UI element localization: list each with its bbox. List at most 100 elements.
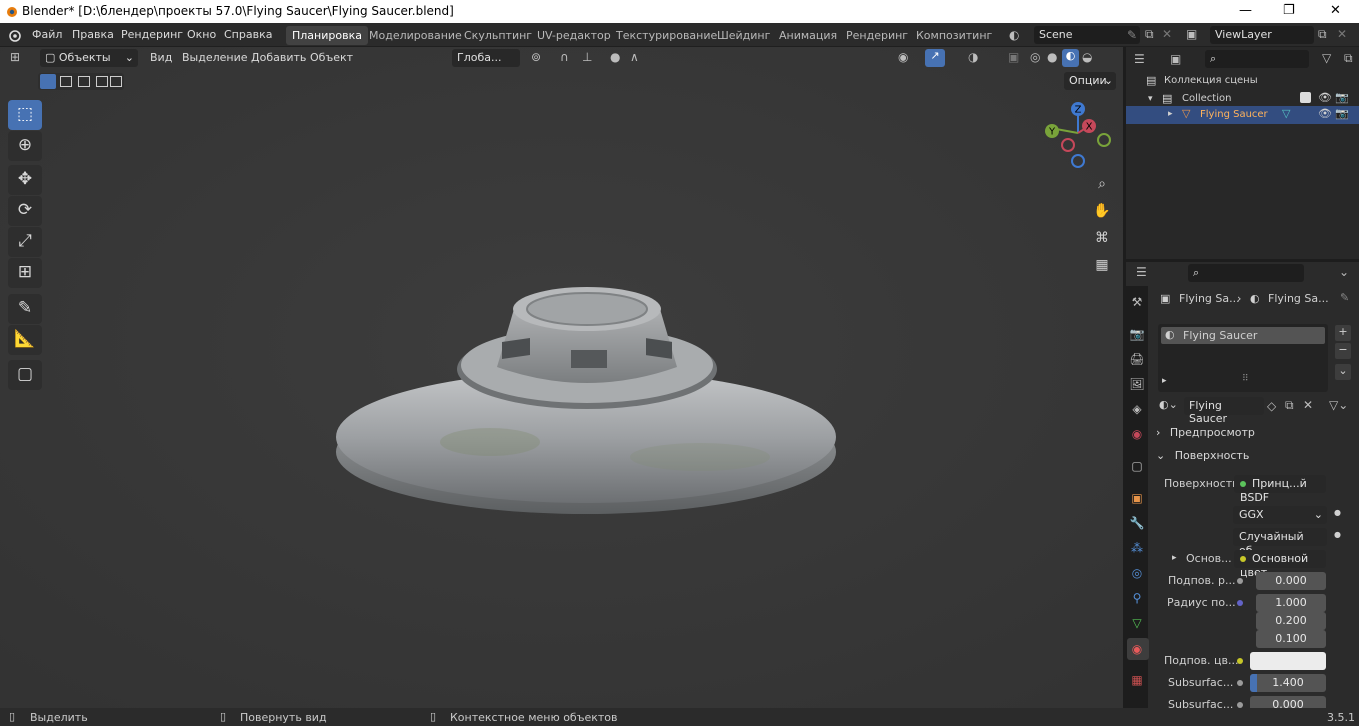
distribution-dropdown[interactable]: GGX ⌄ [1233, 506, 1327, 524]
camera-view-icon[interactable]: ⌘ [1091, 227, 1113, 249]
wireframe-shading-icon[interactable]: ◎ [1030, 50, 1040, 64]
xray-icon[interactable]: ▣ [1008, 50, 1019, 64]
maximize-button[interactable]: ❐ [1283, 3, 1295, 18]
slot-menu-icon[interactable]: ⌄ [1335, 364, 1351, 380]
select-new-icon[interactable] [40, 74, 56, 89]
constraints-tab-icon[interactable]: ⚲ [1129, 590, 1145, 606]
subsurface-color-swatch[interactable] [1250, 652, 1326, 670]
tool-tab-icon[interactable]: ⚒ [1129, 294, 1145, 310]
menu-object[interactable]: Объект [310, 51, 353, 64]
camera-icon[interactable]: 📷 [1335, 91, 1349, 104]
menu-add[interactable]: Добавить [251, 51, 306, 64]
pan-hand-icon[interactable]: ✋ [1091, 200, 1113, 222]
collection-tab-icon[interactable]: ▢ [1129, 458, 1145, 474]
menu-select[interactable]: Выделение [182, 51, 248, 64]
expand-arrow-icon[interactable]: ▸ [1168, 109, 1173, 119]
expand-arrow-icon[interactable]: ▸ [1162, 376, 1167, 386]
menu-render[interactable]: Рендеринг [121, 28, 183, 41]
transform-tool[interactable]: ⊞ [8, 258, 42, 288]
snap-icon[interactable]: ∩ [560, 50, 569, 64]
menu-window[interactable]: Окно [187, 28, 216, 41]
select-extend-icon[interactable] [60, 76, 72, 87]
chevron-down-icon[interactable]: ⌄ [1339, 265, 1349, 279]
mode-selector[interactable]: ▢ Объекты ⌄ [40, 49, 138, 67]
preview-section-header[interactable]: › Предпросмотр [1156, 426, 1356, 446]
visibility-icon[interactable]: ◉ [898, 50, 908, 64]
tab-modeling[interactable]: Моделирование [363, 26, 468, 45]
remove-slot-icon[interactable]: − [1335, 343, 1351, 359]
modifier-tab-icon[interactable]: 🔧 [1129, 515, 1145, 531]
outliner-row-flying-saucer[interactable]: ▸ ▽ Flying Saucer ▽ 👁 📷 [1126, 106, 1359, 124]
select-intersect-icon[interactable] [110, 76, 122, 87]
render-tab-icon[interactable]: 📷 [1129, 326, 1145, 342]
scene-tab-icon[interactable]: ◈ [1129, 401, 1145, 417]
fake-user-icon[interactable]: ◇ [1267, 399, 1276, 413]
add-slot-icon[interactable]: + [1335, 325, 1351, 341]
scale-tool[interactable]: ⤢ [8, 227, 42, 257]
move-tool[interactable]: ✥ [8, 165, 42, 195]
transform-orientation-dropdown[interactable]: Глоба... [452, 49, 520, 67]
texture-tab-icon[interactable]: ▦ [1129, 672, 1145, 688]
rotate-tool[interactable]: ⟳ [8, 196, 42, 226]
falloff-icon[interactable]: ∧ [630, 50, 639, 64]
minimize-button[interactable]: — [1239, 3, 1252, 18]
menu-edit[interactable]: Правка [72, 28, 114, 41]
browse-material-icon[interactable]: ◐⌄ [1159, 398, 1178, 411]
particles-tab-icon[interactable]: ⁂ [1129, 540, 1145, 556]
duplicate-material-icon[interactable]: ⧉ [1285, 398, 1294, 413]
tab-uv-editing[interactable]: UV-редактор [531, 26, 617, 45]
menu-help[interactable]: Справка [224, 28, 272, 41]
eye-icon[interactable]: 👁 [1318, 91, 1332, 104]
world-tab-icon[interactable]: ◉ [1129, 426, 1145, 442]
annotate-tool[interactable]: ✎ [8, 294, 42, 324]
link-type-icon[interactable]: ▽⌄ [1329, 398, 1348, 412]
surface-section-header[interactable]: ⌄ Поверхность [1156, 449, 1356, 469]
material-tab-icon[interactable]: ◉ [1129, 641, 1145, 657]
snap-target-icon[interactable]: ⊥ [582, 50, 592, 64]
collection-label[interactable]: Collection [1182, 93, 1231, 104]
view-layer-icon[interactable]: ▣ [1186, 27, 1197, 41]
options-dropdown[interactable]: Опции ⌄ [1064, 72, 1116, 90]
rendered-shading-icon[interactable]: ◒ [1082, 50, 1092, 64]
outliner-editor-icon[interactable]: ☰ [1134, 52, 1145, 66]
material-slot-item[interactable]: ◐ Flying Saucer [1161, 327, 1325, 344]
select-invert-icon[interactable] [96, 76, 108, 87]
properties-search[interactable]: ⌕ [1188, 264, 1304, 282]
tab-sculpting[interactable]: Скульптинг [458, 26, 538, 45]
subsurface-ior-field[interactable]: 1.400 [1250, 674, 1326, 692]
delete-view-layer-icon[interactable]: ✕ [1337, 27, 1347, 41]
solid-shading-icon[interactable]: ● [1047, 50, 1057, 64]
exclude-checkbox[interactable] [1300, 92, 1311, 103]
tab-compositing[interactable]: Композитинг [910, 26, 998, 45]
material-name-field[interactable]: Flying Saucer [1184, 397, 1264, 425]
new-scene-icon[interactable]: ⧉ [1145, 27, 1154, 42]
outliner-search[interactable]: ⌕ [1205, 50, 1309, 68]
material-preview-icon[interactable]: ◐ [1062, 49, 1079, 67]
editor-type-icon[interactable]: ⊞ [10, 50, 20, 64]
scene-field[interactable]: Scene [1034, 26, 1140, 44]
orthographic-grid-icon[interactable]: ▦ [1091, 254, 1113, 276]
new-view-layer-icon[interactable]: ⧉ [1318, 27, 1327, 42]
output-tab-icon[interactable]: 🖨 [1129, 351, 1145, 367]
proportional-edit-icon[interactable]: ● [610, 50, 620, 64]
3d-viewport[interactable]: ⊞ ▢ Объекты ⌄ Вид Выделение Добавить Объе… [0, 47, 1123, 708]
data-tab-icon[interactable]: ▽ [1129, 615, 1145, 631]
navigation-gizmo[interactable]: Z Y X [1036, 99, 1116, 171]
subsurface-field[interactable]: 0.000 [1256, 572, 1326, 590]
overlay-icon[interactable]: ◑ [968, 50, 978, 64]
tab-shading[interactable]: Шейдинг [711, 26, 776, 45]
scene-icon[interactable]: ◐ [1009, 28, 1019, 42]
blender-menu-icon[interactable] [8, 28, 22, 42]
add-cube-tool[interactable]: ▢ [8, 360, 42, 390]
menu-file[interactable]: Файл [32, 28, 62, 41]
filter-icon[interactable]: ▽ [1322, 51, 1331, 65]
pin-icon[interactable]: ✎ [1127, 28, 1137, 42]
select-box-tool[interactable]: ⬚ [8, 100, 42, 130]
view-layer-tab-icon[interactable]: 🖼 [1129, 376, 1145, 392]
select-subtract-icon[interactable] [78, 76, 90, 87]
surface-shader-field[interactable]: Принц...й BSDF [1234, 475, 1326, 504]
tab-rendering[interactable]: Рендеринг [840, 26, 914, 45]
subsurface-radius-x[interactable]: 1.000 [1256, 594, 1326, 612]
new-collection-icon[interactable]: ⧉ [1344, 51, 1353, 66]
expand-arrow-icon[interactable]: ▸ [1172, 553, 1177, 563]
